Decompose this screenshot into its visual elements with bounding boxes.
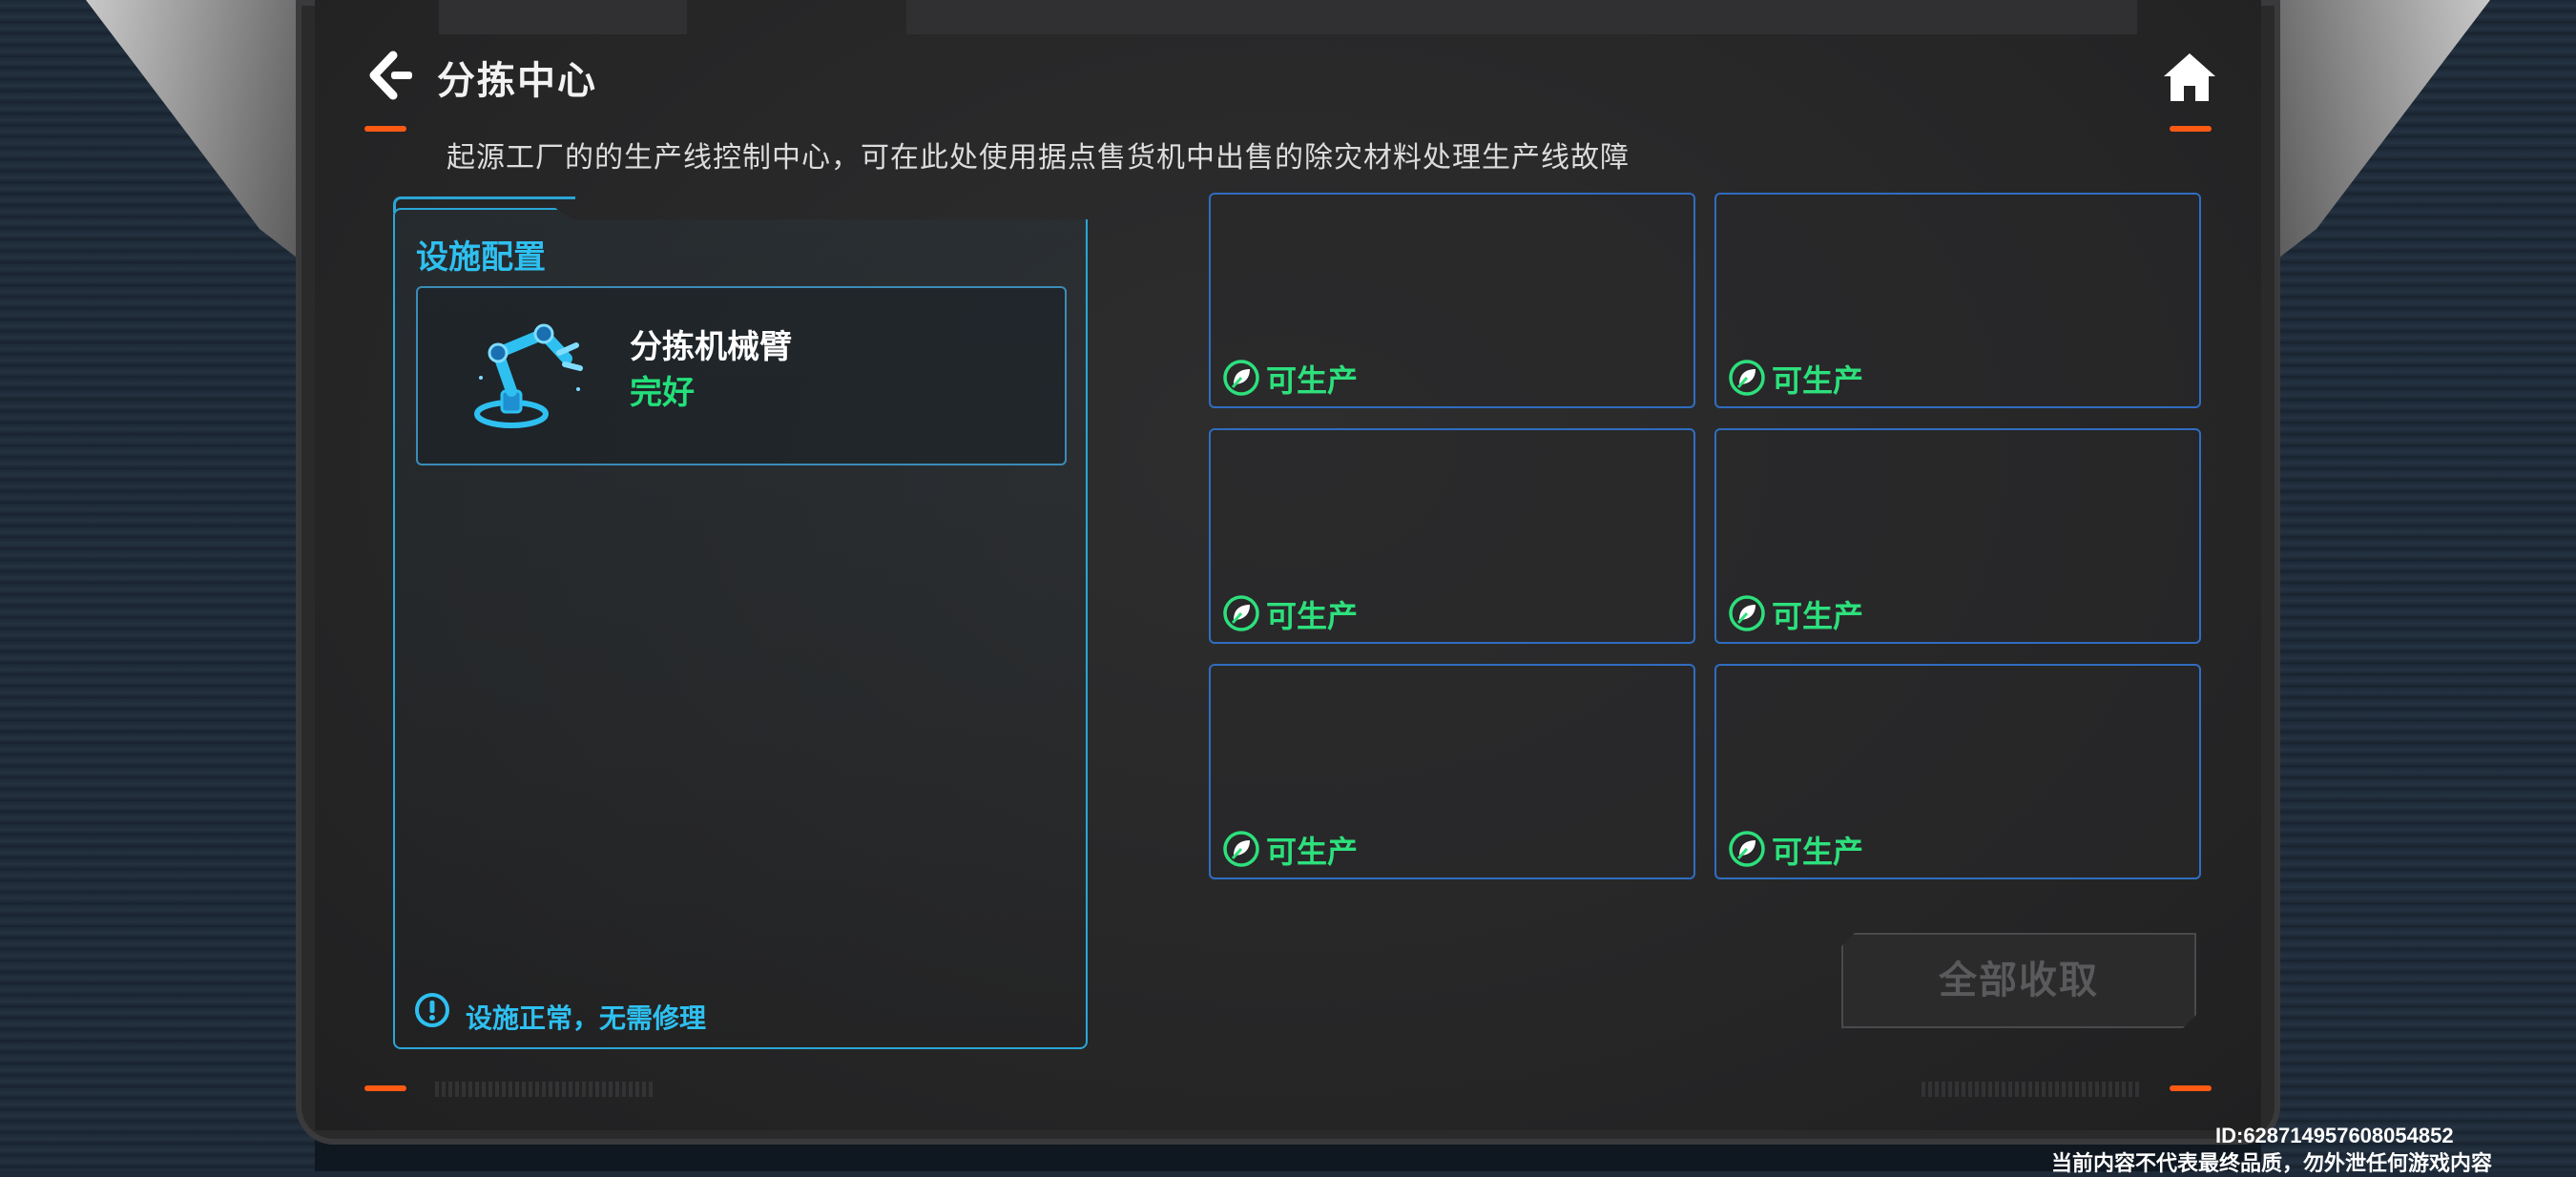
home-icon[interactable]	[2160, 50, 2219, 105]
page-subtitle: 起源工厂的的生产线控制中心，可在此处使用据点售货机中出售的除灾材料处理生产线故障	[447, 142, 1630, 174]
facility-section-title: 设施配置	[416, 239, 546, 276]
slot-status-label: 可生产	[1266, 363, 1359, 398]
leaf-icon	[1223, 831, 1259, 867]
accent-bar	[2170, 1085, 2212, 1091]
slot-status-label: 可生产	[1772, 835, 1864, 869]
leaf-icon	[1223, 360, 1259, 396]
production-slot[interactable]: 可生产	[1714, 428, 2201, 644]
accent-bar	[2170, 126, 2212, 132]
leaf-icon	[1729, 831, 1765, 867]
slot-status-label: 可生产	[1772, 363, 1864, 398]
production-slot[interactable]: 可生产	[1209, 664, 1695, 879]
production-slot[interactable]: 可生产	[1714, 193, 2201, 408]
production-slot[interactable]: 可生产	[1209, 193, 1695, 408]
leaf-icon	[1729, 360, 1765, 396]
facility-notice: 设施正常，无需修理	[466, 1003, 707, 1033]
watermark-note: 当前内容不代表最终品质，勿外泄任何游戏内容	[2051, 1151, 2493, 1175]
decor-lines	[1922, 1082, 2141, 1097]
slot-status-label: 可生产	[1266, 835, 1359, 869]
slot-status-label: 可生产	[1772, 599, 1864, 633]
decor-lines	[435, 1082, 654, 1097]
accent-bar	[364, 1085, 406, 1091]
back-arrow-icon[interactable]	[363, 50, 414, 101]
production-slot[interactable]: 可生产	[1714, 664, 2201, 879]
accent-bar	[364, 126, 406, 132]
top-decor	[906, 0, 2137, 34]
collect-all-button[interactable]: 全部收取	[1841, 933, 2196, 1028]
production-slot[interactable]: 可生产	[1209, 428, 1695, 644]
exclamation-circle-icon	[415, 993, 449, 1027]
robot-arm-icon	[474, 323, 583, 428]
facility-status: 完好	[630, 375, 695, 411]
leaf-icon	[1729, 595, 1765, 631]
leaf-icon	[1223, 595, 1259, 631]
slot-status-label: 可生产	[1266, 599, 1359, 633]
page-title: 分拣中心	[437, 60, 597, 102]
facility-name: 分拣机械臂	[630, 329, 792, 365]
top-decor	[439, 0, 687, 34]
watermark-id: ID:628714957608054852	[2215, 1124, 2454, 1147]
